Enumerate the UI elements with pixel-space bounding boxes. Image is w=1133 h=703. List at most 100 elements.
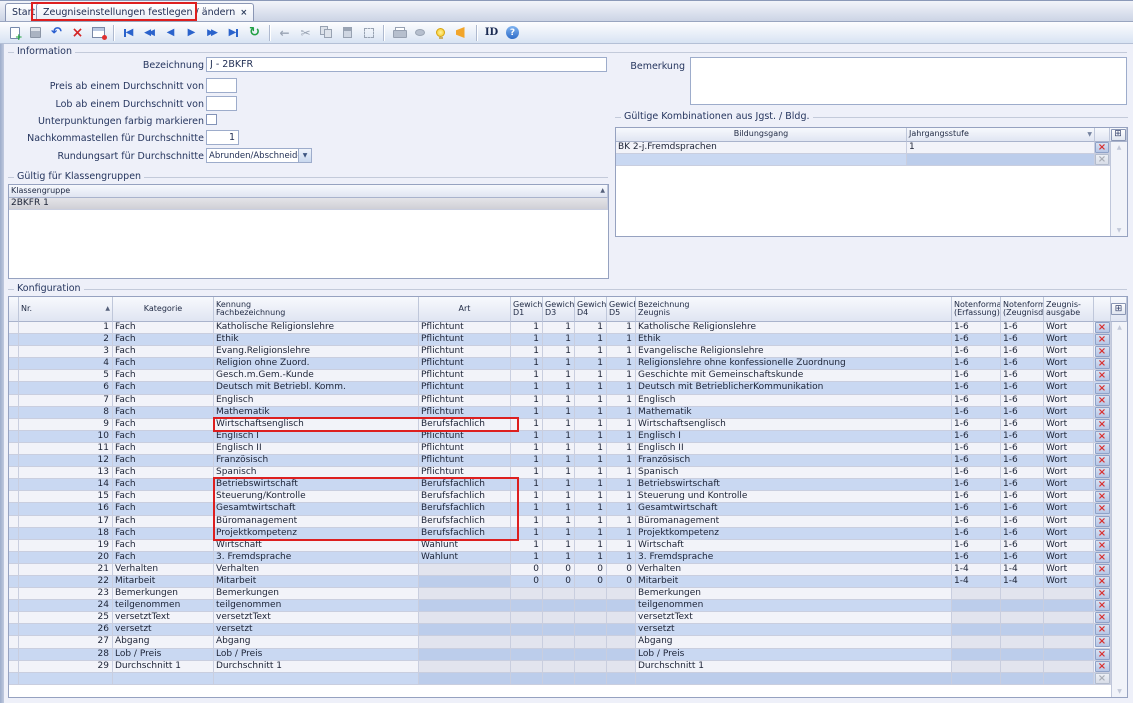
cell-notenformat_erfassung[interactable]: 1-6 [952,528,1001,539]
cell-kennung[interactable]: Mitarbeit [214,576,419,587]
cell-zeugnisausgabe[interactable] [1044,600,1094,611]
kombinationen-scrollbar[interactable]: ▲▼ [1110,142,1127,236]
customize-columns-button[interactable]: ⊞ [1111,129,1126,141]
cell-nr[interactable]: 4 [19,358,113,369]
cell-nr[interactable]: 5 [19,370,113,381]
cell-kennung[interactable]: Deutsch mit Betriebl. Komm. [214,382,419,393]
cell-bezeichnung_zeugnis[interactable]: Mitarbeit [636,576,952,587]
cell-zeugnisausgabe[interactable]: Wort [1044,491,1094,502]
cell-gewicht_d4[interactable]: 1 [575,346,607,357]
cell-zeugnisausgabe[interactable]: Wort [1044,516,1094,527]
cell-notenformat_erfassung[interactable] [952,649,1001,660]
cell-bezeichnung_zeugnis[interactable]: Wirtschaftsenglisch [636,419,952,430]
cell-gewicht_d4[interactable]: 1 [575,455,607,466]
cell-notenformat_erfassung[interactable]: 1-6 [952,479,1001,490]
cell-kategorie[interactable]: Mitarbeit [113,576,214,587]
fast-forward-button[interactable]: ▶▶ [203,23,222,42]
cell-notenformat_erfassung[interactable]: 1-6 [952,382,1001,393]
cell-gewicht_d5[interactable]: 1 [607,455,636,466]
column-header-bildungsgang[interactable]: Bildungsgang [616,128,907,142]
cell-art[interactable]: Berufsfachlich [419,479,511,490]
cell-gewicht_d3[interactable]: 1 [543,516,575,527]
cell-kennung[interactable]: Abgang [214,636,419,647]
nachkommastellen-input[interactable] [206,130,239,145]
bemerkung-textarea[interactable] [690,57,1127,105]
cell-notenformat_zeugnisdruck[interactable]: 1-6 [1001,455,1044,466]
delete-row-button[interactable]: × [1095,540,1110,551]
cell-nr[interactable]: 23 [19,588,113,599]
cell-gewicht_d1[interactable]: 1 [511,491,543,502]
cell-kategorie[interactable]: Bemerkungen [113,588,214,599]
cell-bezeichnung_zeugnis[interactable]: Evangelische Religionslehre [636,346,952,357]
cell-bezeichnung_zeugnis[interactable]: Katholische Religionslehre [636,322,952,333]
cell-kennung[interactable]: 3. Fremdsprache [214,552,419,563]
delete-row-button[interactable]: × [1095,322,1110,333]
cell-notenformat_erfassung[interactable] [952,636,1001,647]
cell-nr[interactable]: 28 [19,649,113,660]
cell-gewicht_d3[interactable]: 1 [543,552,575,563]
cell-kategorie[interactable]: Fach [113,479,214,490]
cell-gewicht_d1[interactable] [511,612,543,623]
cell-zeugnisausgabe[interactable]: Wort [1044,358,1094,369]
cell-notenformat_zeugnisdruck[interactable]: 1-6 [1001,528,1044,539]
cell-nr[interactable]: 17 [19,516,113,527]
column-header-gewicht_d5[interactable]: Gewicht D5 [607,297,636,322]
cell-gewicht_d3[interactable]: 1 [543,503,575,514]
cell-gewicht_d5[interactable] [607,661,636,672]
cell-gewicht_d3[interactable]: 1 [543,358,575,369]
delete-row-button[interactable]: × [1095,612,1110,623]
cell-bezeichnung_zeugnis[interactable]: Französisch [636,455,952,466]
cell-nr[interactable]: 15 [19,491,113,502]
delete-row-button[interactable]: × [1095,588,1110,599]
cell-gewicht_d1[interactable]: 1 [511,382,543,393]
cell-notenformat_zeugnisdruck[interactable]: 1-6 [1001,516,1044,527]
cell-zeugnisausgabe[interactable]: Wort [1044,455,1094,466]
cell-kennung[interactable]: versetzt [214,624,419,635]
cell-notenformat_zeugnisdruck[interactable]: 1-6 [1001,503,1044,514]
delete-row-button[interactable]: × [1095,661,1110,672]
cell-gewicht_d5[interactable]: 1 [607,322,636,333]
cell-art[interactable] [419,564,511,575]
cell-kategorie[interactable]: Fach [113,491,214,502]
cell-notenformat_zeugnisdruck[interactable]: 1-6 [1001,479,1044,490]
cell-gewicht_d4[interactable]: 0 [575,564,607,575]
cell-art[interactable]: Berufsfachlich [419,503,511,514]
help-button[interactable]: ? [503,23,522,42]
previous-record-button[interactable]: ◀ [161,23,180,42]
cell-gewicht_d5[interactable]: 1 [607,370,636,381]
first-record-button[interactable]: ◀ [119,23,138,42]
cell-nr[interactable]: 16 [19,503,113,514]
cell-kategorie[interactable]: Fach [113,431,214,442]
cell-gewicht_d5[interactable]: 1 [607,516,636,527]
cell-nr[interactable]: 20 [19,552,113,563]
cell-kategorie[interactable]: Fach [113,419,214,430]
cell-gewicht_d4[interactable]: 1 [575,407,607,418]
cell-gewicht_d3[interactable] [543,673,575,684]
cell-gewicht_d5[interactable]: 1 [607,407,636,418]
cell-gewicht_d3[interactable]: 1 [543,479,575,490]
delete-row-button[interactable]: × [1095,142,1109,153]
cell-zeugnisausgabe[interactable]: Wort [1044,443,1094,454]
cell-gewicht_d1[interactable] [511,600,543,611]
cell-notenformat_zeugnisdruck[interactable]: 1-6 [1001,370,1044,381]
cell-gewicht_d4[interactable]: 1 [575,552,607,563]
cell-gewicht_d5[interactable]: 1 [607,552,636,563]
cell-gewicht_d5[interactable]: 0 [607,576,636,587]
cell-gewicht_d3[interactable]: 1 [543,467,575,478]
cell-gewicht_d3[interactable]: 1 [543,382,575,393]
cell-kennung[interactable]: Bemerkungen [214,588,419,599]
cell-gewicht_d3[interactable]: 1 [543,528,575,539]
delete-row-button[interactable]: × [1095,528,1110,539]
cell-art[interactable]: Pflichtunt [419,346,511,357]
lob-input[interactable] [206,96,237,111]
cell-kennung[interactable] [214,673,419,684]
fast-rewind-button[interactable]: ◀◀ [140,23,159,42]
cell-zeugnisausgabe[interactable] [1044,624,1094,635]
cell-notenformat_erfassung[interactable] [952,600,1001,611]
cell-zeugnisausgabe[interactable] [1044,636,1094,647]
cell-art[interactable] [419,661,511,672]
cell-kennung[interactable]: Evang.Religionslehre [214,346,419,357]
cell-zeugnisausgabe[interactable]: Wort [1044,576,1094,587]
cell-zeugnisausgabe[interactable]: Wort [1044,322,1094,333]
cell-gewicht_d4[interactable] [575,661,607,672]
